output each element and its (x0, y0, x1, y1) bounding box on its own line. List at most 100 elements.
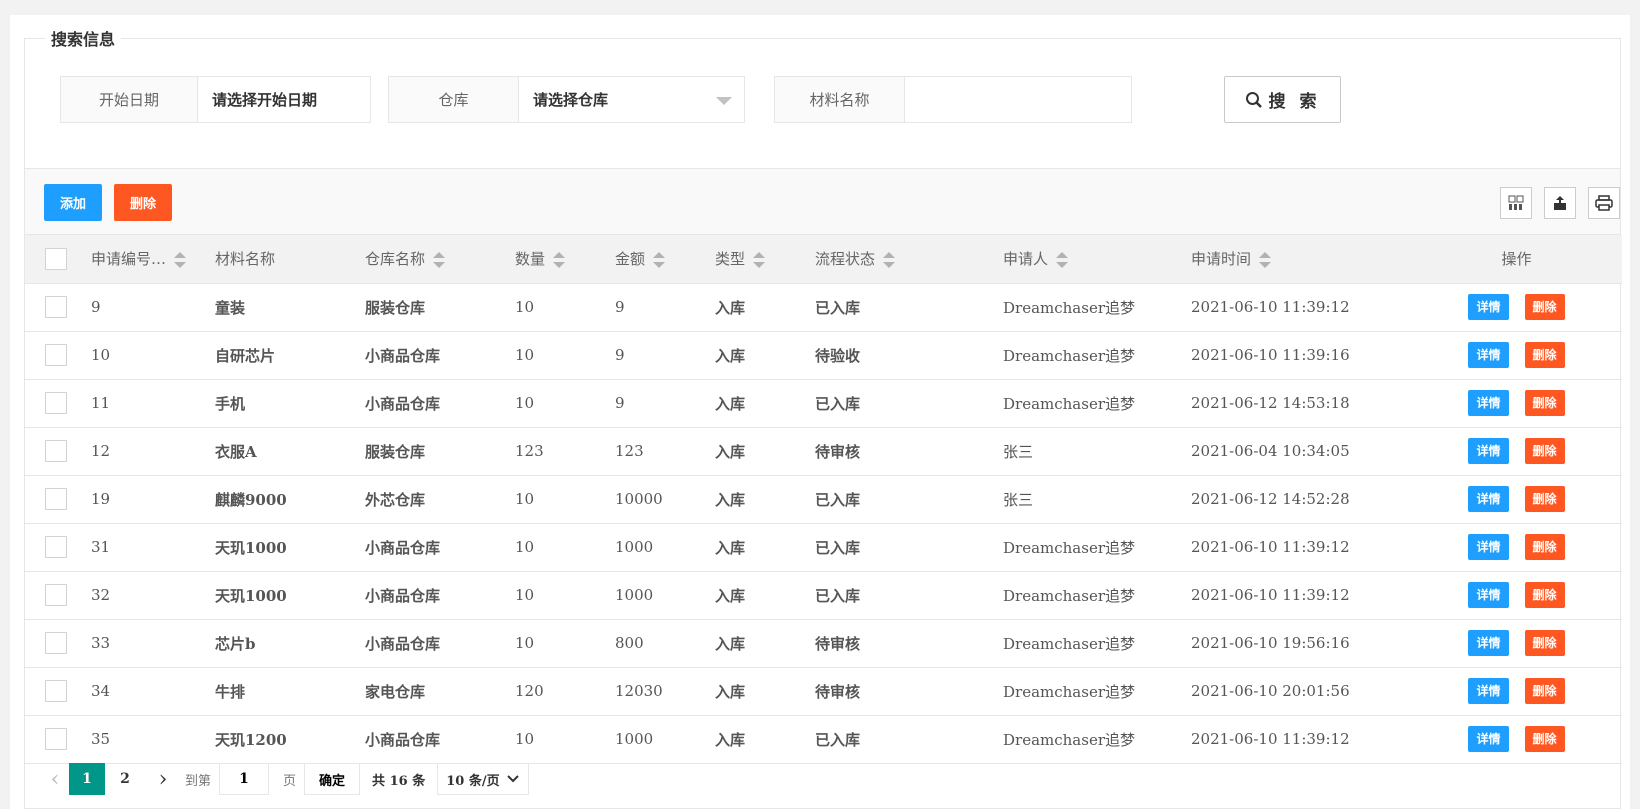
row-checkbox[interactable] (45, 632, 67, 654)
goto-confirm-button[interactable]: 确定 (304, 763, 361, 795)
cell-warehouse: 小商品仓库 (365, 571, 515, 620)
row-checkbox[interactable] (45, 296, 67, 318)
cell-warehouse: 小商品仓库 (365, 331, 515, 380)
cell-actions: 详情 删除 (1411, 667, 1622, 716)
row-delete-button[interactable]: 删除 (1524, 390, 1565, 416)
sort-icon[interactable] (653, 252, 666, 269)
row-delete-button[interactable]: 删除 (1524, 582, 1565, 608)
col-amount[interactable]: 金额 (615, 235, 715, 284)
row-checkbox[interactable] (45, 584, 67, 606)
row-delete-button[interactable]: 删除 (1524, 678, 1565, 704)
row-checkbox[interactable] (45, 440, 67, 462)
table-header-row: 申请编号… 材料名称 仓库名称 数量 金额 类型 流程状态 申请人 申请时间 操… (25, 235, 1622, 284)
sort-icon[interactable] (883, 252, 896, 269)
row-delete-button[interactable]: 删除 (1524, 438, 1565, 464)
row-delete-button[interactable]: 删除 (1524, 630, 1565, 656)
page-button-1[interactable]: 1 (69, 763, 105, 795)
sort-icon[interactable] (174, 252, 187, 269)
row-delete-button[interactable]: 删除 (1524, 534, 1565, 560)
col-qty-label: 数量 (515, 250, 546, 269)
sort-icon[interactable] (753, 252, 766, 269)
table-row: 10 自研芯片 小商品仓库 10 9 入库 待验收 Dreamchaser追梦 2021-06-… (25, 331, 1622, 380)
batch-delete-button[interactable]: 删除 (114, 184, 172, 221)
sort-icon[interactable] (1056, 252, 1069, 269)
columns-filter-icon[interactable] (1500, 187, 1532, 219)
detail-button[interactable]: 详情 (1468, 294, 1509, 320)
sort-icon[interactable] (1259, 252, 1272, 269)
col-status[interactable]: 流程状态 (815, 235, 1003, 284)
data-table: 申请编号… 材料名称 仓库名称 数量 金额 类型 流程状态 申请人 申请时间 操… (25, 235, 1622, 764)
prev-page-icon[interactable]: ‹ (41, 767, 69, 792)
cell-warehouse: 小商品仓库 (365, 619, 515, 668)
row-checkbox[interactable] (45, 680, 67, 702)
cell-time: 2021-06-12 14:53:18 (1191, 379, 1411, 428)
col-actions-label: 操作 (1501, 250, 1532, 269)
detail-button[interactable]: 详情 (1468, 390, 1509, 416)
col-applicant[interactable]: 申请人 (1003, 235, 1191, 284)
start-date-input[interactable]: 请选择开始日期 (198, 77, 370, 122)
sort-icon[interactable] (553, 252, 566, 269)
table-panel: 添加 删除 申请编号… 材料名称 仓库名称 数量 金额 类型 流程状态 申请人 … (24, 168, 1622, 809)
cell-amount: 1000 (615, 523, 715, 572)
warehouse-select-value[interactable]: 请选择仓库 (519, 77, 744, 122)
row-delete-button[interactable]: 删除 (1524, 294, 1565, 320)
detail-button[interactable]: 详情 (1468, 630, 1509, 656)
material-input[interactable] (905, 77, 1131, 122)
total-count: 共 16 条 (372, 773, 426, 789)
cell-type: 入库 (715, 283, 815, 332)
start-date-field[interactable]: 开始日期 请选择开始日期 (60, 76, 371, 123)
cell-type: 入库 (715, 667, 815, 716)
table-row: 19 麒麟9000 外芯仓库 10 10000 入库 已入库 张三 2021-06-12 14:… (25, 475, 1622, 524)
cell-applicant: Dreamchaser追梦 (1003, 667, 1191, 716)
cell-material: 牛排 (215, 667, 365, 716)
cell-actions: 详情 删除 (1411, 427, 1622, 476)
search-button[interactable]: 搜 索 (1224, 76, 1341, 123)
print-icon[interactable] (1588, 187, 1620, 219)
row-checkbox[interactable] (45, 392, 67, 414)
row-checkbox[interactable] (45, 344, 67, 366)
chevron-down-icon (506, 775, 519, 783)
sort-icon[interactable] (433, 252, 446, 269)
checkbox (25, 667, 91, 716)
cell-qty: 10 (515, 571, 615, 620)
row-checkbox[interactable] (45, 728, 67, 750)
detail-button[interactable]: 详情 (1468, 534, 1509, 560)
add-button[interactable]: 添加 (44, 184, 102, 221)
cell-id: 33 (91, 619, 215, 668)
goto-page-input[interactable] (219, 763, 270, 795)
cell-qty: 10 (515, 379, 615, 428)
row-checkbox[interactable] (45, 488, 67, 510)
material-field[interactable]: 材料名称 (774, 76, 1132, 123)
cell-actions: 详情 删除 (1411, 283, 1622, 332)
col-applicant-label: 申请人 (1003, 250, 1049, 269)
cell-material: 天玑1000 (215, 571, 365, 620)
col-id[interactable]: 申请编号… (91, 235, 215, 284)
export-icon[interactable] (1544, 187, 1576, 219)
next-page-icon[interactable]: › (149, 767, 177, 792)
row-delete-button[interactable]: 删除 (1524, 342, 1565, 368)
page-button-2[interactable]: 2 (107, 763, 143, 795)
cell-id: 31 (91, 523, 215, 572)
select-all-checkbox[interactable] (45, 247, 67, 270)
detail-button[interactable]: 详情 (1468, 486, 1509, 512)
search-button-label: 搜 索 (1268, 92, 1321, 112)
detail-button[interactable]: 详情 (1468, 438, 1509, 464)
cell-status: 已入库 (815, 475, 1003, 524)
cell-amount: 10000 (615, 475, 715, 524)
row-delete-button[interactable]: 删除 (1524, 486, 1565, 512)
col-time[interactable]: 申请时间 (1191, 235, 1411, 284)
cell-material: 衣服A (215, 427, 365, 476)
cell-warehouse: 服装仓库 (365, 283, 515, 332)
col-type[interactable]: 类型 (715, 235, 815, 284)
detail-button[interactable]: 详情 (1468, 582, 1509, 608)
page-size-select[interactable]: 10 条/页 (437, 763, 529, 795)
col-warehouse[interactable]: 仓库名称 (365, 235, 515, 284)
warehouse-select[interactable]: 仓库 请选择仓库 (388, 76, 745, 123)
detail-button[interactable]: 详情 (1468, 678, 1509, 704)
checkbox (25, 523, 91, 572)
row-checkbox[interactable] (45, 536, 67, 558)
col-type-label: 类型 (715, 250, 746, 269)
col-qty[interactable]: 数量 (515, 235, 615, 284)
search-legend: 搜索信息 (45, 26, 122, 50)
detail-button[interactable]: 详情 (1468, 342, 1509, 368)
